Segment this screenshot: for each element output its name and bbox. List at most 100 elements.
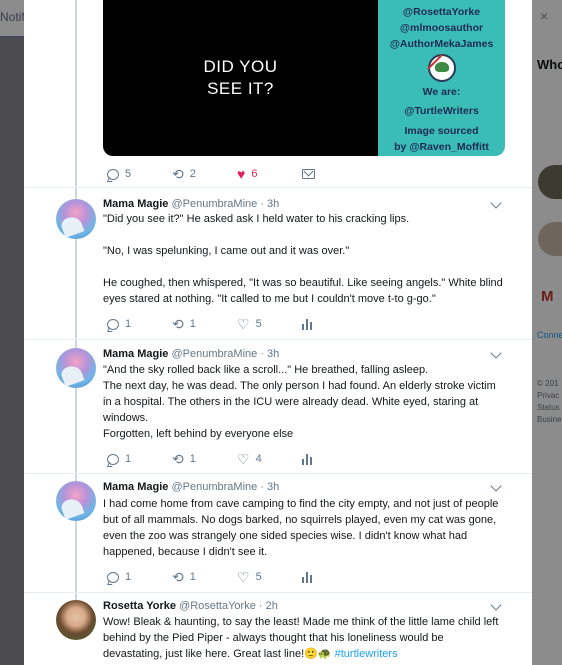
chevron-down-icon[interactable] (490, 599, 502, 611)
reply-icon (107, 453, 119, 465)
author-name[interactable]: Mama Magie (103, 481, 168, 493)
analytics-icon (302, 453, 312, 465)
tweet-actions: 5 ⟲ 2 ♥ 6 (107, 167, 367, 181)
retweet-count: 1 (189, 571, 196, 583)
notifications-tab[interactable]: Notif (0, 10, 25, 24)
reply-button[interactable]: 5 (107, 168, 172, 180)
like-count: 4 (255, 453, 262, 465)
reply-button[interactable]: 1 (107, 571, 172, 583)
heart-icon: ♡ (237, 569, 250, 585)
right-sidebar (532, 38, 562, 665)
reply-button[interactable]: 1 (107, 318, 172, 330)
author-handle[interactable]: @PenumbraMine · 3h (171, 348, 279, 360)
retweet-icon: ⟲ (172, 569, 184, 585)
heart-icon: ♥ (237, 166, 246, 182)
tweet-paragraph: I had come home from cave camping to fin… (103, 498, 499, 558)
image-text-panel: DID YOU SEE IT? (103, 0, 378, 156)
avatar[interactable] (56, 199, 96, 239)
tweet-header: Mama Magie @PenumbraMine · 3h (103, 481, 279, 493)
retweet-count: 1 (189, 453, 196, 465)
retweet-count: 2 (189, 168, 196, 180)
retweet-button[interactable]: ⟲ 1 (172, 317, 237, 331)
tweet-text: "And the sky rolled back like a scroll..… (103, 362, 503, 442)
credit-line: @AuthorMekaJames (389, 38, 494, 50)
tweet-image[interactable]: DID YOU SEE IT? @RosettaYorke @mlmoosaut… (103, 0, 505, 156)
analytics-button[interactable] (302, 318, 367, 330)
tweet-header: Mama Magie @PenumbraMine · 3h (103, 348, 279, 360)
retweet-icon: ⟲ (172, 316, 184, 332)
retweet-count: 1 (189, 318, 196, 330)
author-name[interactable]: Mama Magie (103, 198, 168, 210)
envelope-icon (302, 169, 315, 179)
like-count: 5 (255, 318, 262, 330)
retweet-button[interactable]: ⟲ 1 (172, 570, 237, 584)
author-handle[interactable]: @PenumbraMine · 3h (171, 481, 279, 493)
tweet-paragraph: Wow! Bleak & haunting, to say the least!… (103, 616, 499, 660)
reply-icon (107, 318, 119, 330)
like-button[interactable]: ♡ 5 (237, 570, 302, 584)
reply-count: 1 (125, 453, 132, 465)
reply-count: 1 (125, 318, 132, 330)
image-caption: DID YOU SEE IT? (203, 57, 278, 98)
avatar[interactable] (56, 348, 96, 388)
avatar[interactable] (56, 600, 96, 640)
retweet-icon: ⟲ (172, 451, 184, 467)
footer-line[interactable]: Status (537, 402, 560, 414)
reply-icon (107, 571, 119, 583)
author-handle[interactable]: @RosettaYorke · 2h (179, 600, 278, 612)
footer-line[interactable]: Privac (537, 390, 559, 402)
like-button[interactable]: ♡ 4 (237, 452, 302, 466)
like-count: 6 (251, 168, 258, 180)
footer-line[interactable]: © 201 (537, 378, 558, 390)
tweet-actions: 1 ⟲ 1 ♡ 5 (107, 317, 367, 331)
credit-line: @mlmoosauthor (399, 22, 484, 34)
reply-icon (107, 168, 119, 180)
gmail-icon: M (541, 288, 554, 305)
divider (24, 339, 532, 340)
tweet-paragraph: Forgotten, left behind by everyone else (103, 428, 294, 440)
divider (24, 473, 532, 474)
like-count: 5 (255, 571, 262, 583)
chevron-down-icon[interactable] (490, 197, 502, 209)
chevron-down-icon[interactable] (490, 480, 502, 492)
tweet-text: I had come home from cave camping to fin… (103, 496, 503, 560)
analytics-button[interactable] (302, 571, 367, 583)
reply-button[interactable]: 1 (107, 453, 172, 465)
tweet-actions: 1 ⟲ 1 ♡ 4 (107, 452, 367, 466)
credit-line: @RosettaYorke (402, 6, 481, 18)
tweet-paragraph: He coughed, then whispered, "It was so b… (103, 277, 503, 305)
heart-icon: ♡ (237, 451, 250, 467)
turtle-logo-icon (427, 54, 456, 82)
heart-icon: ♡ (237, 316, 250, 332)
like-button[interactable]: ♥ 6 (237, 167, 302, 181)
author-handle[interactable]: @PenumbraMine · 3h (171, 198, 279, 210)
credit-line: Image sourced (404, 125, 479, 137)
retweet-icon: ⟲ (172, 166, 184, 182)
author-name[interactable]: Rosetta Yorke (103, 600, 176, 612)
divider (24, 592, 532, 593)
image-credits-panel: @RosettaYorke @mlmoosauthor @AuthorMekaJ… (378, 0, 505, 156)
like-button[interactable]: ♡ 5 (237, 317, 302, 331)
tweet-header: Mama Magie @PenumbraMine · 3h (103, 198, 279, 210)
footer-line[interactable]: Busine (537, 414, 561, 426)
analytics-icon (302, 571, 312, 583)
author-name[interactable]: Mama Magie (103, 348, 168, 360)
retweet-button[interactable]: ⟲ 1 (172, 452, 237, 466)
hashtag-link[interactable]: #turtlewriters (335, 648, 398, 660)
retweet-button[interactable]: ⟲ 2 (172, 167, 237, 181)
credit-line: We are: (422, 86, 461, 98)
analytics-icon (302, 318, 312, 330)
direct-message-button[interactable] (302, 169, 367, 179)
reply-count: 1 (125, 571, 132, 583)
close-icon[interactable]: × (540, 8, 548, 24)
connect-link[interactable]: Conne (537, 330, 562, 340)
analytics-button[interactable] (302, 453, 367, 465)
tweet-thread-modal: DID YOU SEE IT? @RosettaYorke @mlmoosaut… (24, 0, 532, 665)
tweet-paragraph: The next day, he was dead. The only pers… (103, 380, 496, 424)
chevron-down-icon[interactable] (490, 347, 502, 359)
avatar[interactable] (56, 481, 96, 521)
tweet-text: "Did you see it?" He asked ask I held wa… (103, 211, 503, 307)
tweet-header: Rosetta Yorke @RosettaYorke · 2h (103, 600, 278, 612)
tweet-text: Wow! Bleak & haunting, to say the least!… (103, 614, 503, 662)
tweet-paragraph: "And the sky rolled back like a scroll..… (103, 364, 429, 376)
